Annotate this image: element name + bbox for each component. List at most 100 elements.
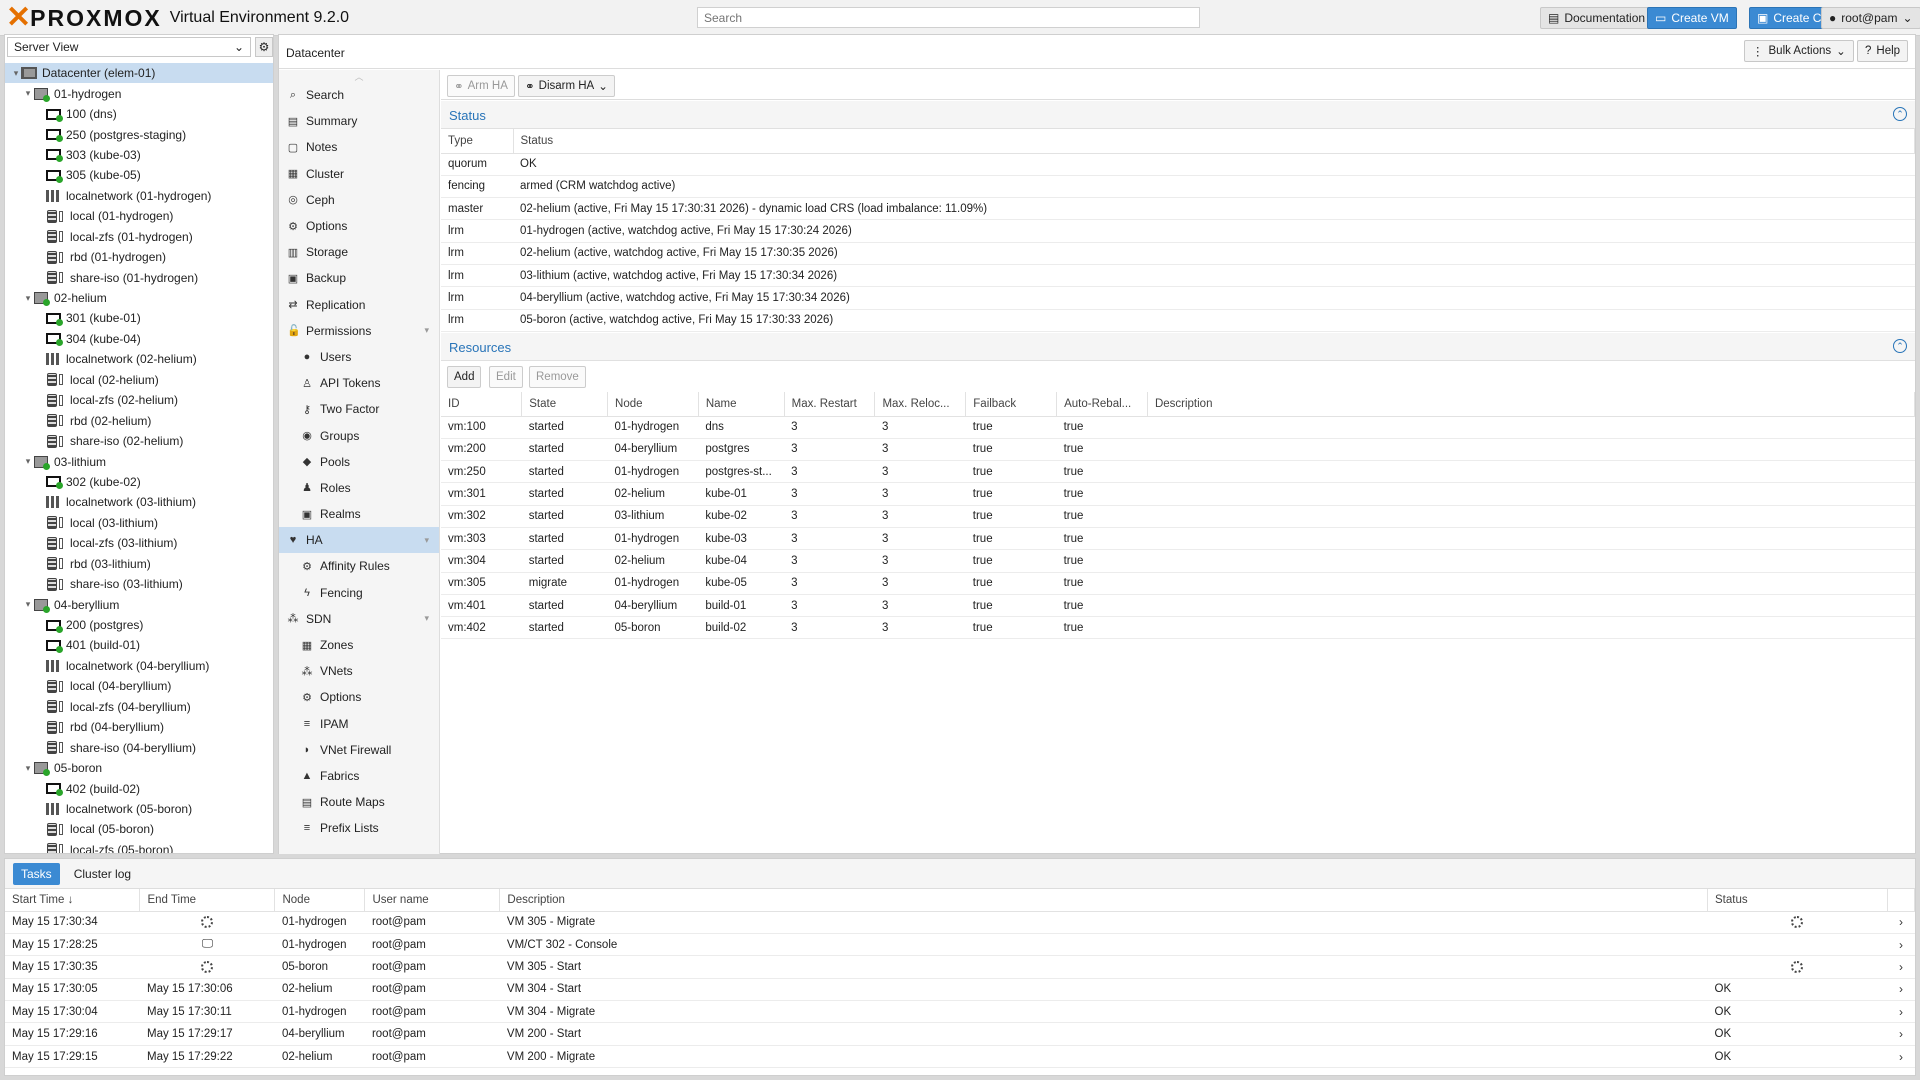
- remove-button[interactable]: Remove: [529, 366, 586, 388]
- column-header-auto-rebal[interactable]: Auto-Rebal...: [1056, 392, 1148, 417]
- tree-item[interactable]: local (02-helium): [5, 370, 273, 390]
- menu-item-ha[interactable]: ♥ HA ▾: [279, 527, 439, 554]
- collapse-toggle-icon[interactable]: ▾: [23, 88, 33, 99]
- tab-tasks[interactable]: Tasks: [13, 862, 60, 885]
- disarm-ha-button[interactable]: ⚭ Disarm HA ⌄: [518, 75, 615, 97]
- table-row[interactable]: May 15 17:30:35 05-boron root@pam VM 305 - …: [5, 955, 1915, 979]
- menu-item-fencing[interactable]: ϟ Fencing: [279, 580, 439, 606]
- column-header-node[interactable]: Node: [274, 889, 366, 912]
- chevron-right-icon[interactable]: ›: [1887, 933, 1915, 957]
- tree-item[interactable]: share-iso (02-helium): [5, 431, 273, 451]
- column-header-user-name[interactable]: User name: [364, 889, 501, 912]
- table-row[interactable]: May 15 17:29:15 May 15 17:29:22 02-helium r…: [5, 1045, 1915, 1069]
- collapse-toggle-icon[interactable]: ▾: [23, 599, 33, 610]
- chevron-right-icon[interactable]: ›: [1887, 1045, 1915, 1069]
- table-row[interactable]: quorum OK: [441, 153, 1915, 176]
- tree-item[interactable]: 303 (kube-03): [5, 145, 273, 165]
- table-row[interactable]: vm:100 started 01-hydrogen dns 3 3 true true: [441, 416, 1915, 439]
- menu-item-search[interactable]: ⌕ Search: [279, 82, 439, 108]
- tree-item[interactable]: local-zfs (01-hydrogen): [5, 227, 273, 247]
- table-row[interactable]: lrm 03-lithium (active, watchdog active, …: [441, 264, 1915, 288]
- add-button[interactable]: Add: [447, 366, 482, 388]
- tree-item[interactable]: rbd (01-hydrogen): [5, 247, 273, 267]
- table-row[interactable]: lrm 01-hydrogen (active, watchdog active,…: [441, 219, 1915, 243]
- tree-item[interactable]: 301 (kube-01): [5, 308, 273, 328]
- menu-item-api-tokens[interactable]: ♙ API Tokens: [279, 370, 439, 396]
- tab-cluster-log[interactable]: Cluster log: [66, 863, 139, 885]
- menu-item-realms[interactable]: ▣ Realms: [279, 501, 439, 527]
- table-row[interactable]: fencing armed (CRM watchdog active): [441, 175, 1915, 199]
- column-header-max-restart[interactable]: Max. Restart: [784, 392, 876, 417]
- collapse-toggle-icon[interactable]: ▾: [23, 456, 33, 467]
- column-header-status[interactable]: Status: [513, 129, 1915, 154]
- chevron-right-icon[interactable]: ›: [1887, 955, 1915, 979]
- chevron-down-icon[interactable]: ▾: [424, 613, 429, 624]
- collapse-icon[interactable]: ⌃: [1893, 339, 1907, 353]
- table-row[interactable]: vm:301 started 02-helium kube-01 3 3 true true: [441, 482, 1915, 506]
- menu-item-options[interactable]: ⚙ Options: [279, 213, 439, 239]
- column-header-start-time[interactable]: Start Time ↓: [5, 889, 141, 912]
- tree-item[interactable]: ▾ 04-beryllium: [5, 594, 273, 614]
- menu-item-permissions[interactable]: 🔓 Permissions ▾: [279, 318, 439, 344]
- menu-item-sdn[interactable]: ⁂ SDN ▾: [279, 606, 439, 632]
- tree-item[interactable]: ▾ 03-lithium: [5, 451, 273, 471]
- column-header-description[interactable]: Description: [499, 889, 1709, 912]
- tree-item[interactable]: 200 (postgres): [5, 615, 273, 635]
- menu-item-summary[interactable]: ▤ Summary: [279, 108, 439, 134]
- help-button[interactable]: ? Help: [1857, 40, 1909, 62]
- tree-item[interactable]: localnetwork (05-boron): [5, 799, 273, 819]
- table-row[interactable]: lrm 04-beryllium (active, watchdog active…: [441, 286, 1915, 310]
- table-row[interactable]: lrm 05-boron (active, watchdog active, Fr…: [441, 309, 1915, 332]
- column-header-state[interactable]: State: [521, 392, 609, 417]
- table-row[interactable]: vm:305 migrate 01-hydrogen kube-05 3 3 true tru…: [441, 572, 1915, 595]
- tree-item[interactable]: localnetwork (04-beryllium): [5, 656, 273, 676]
- tree-item[interactable]: rbd (02-helium): [5, 410, 273, 430]
- menu-item-storage[interactable]: ▥ Storage: [279, 239, 439, 265]
- menu-item-roles[interactable]: ♟ Roles: [279, 475, 439, 501]
- menu-item-users[interactable]: ● Users: [279, 344, 439, 370]
- chevron-down-icon[interactable]: ▾: [424, 535, 429, 546]
- create-vm-button[interactable]: ▭ Create VM: [1647, 7, 1737, 29]
- table-row[interactable]: May 15 17:30:04 May 15 17:30:11 01-hydroge…: [5, 1000, 1915, 1024]
- tree-item[interactable]: local-zfs (04-beryllium): [5, 697, 273, 717]
- table-row[interactable]: May 15 17:30:34 01-hydrogen root@pam VM 305…: [5, 911, 1915, 934]
- table-row[interactable]: vm:302 started 03-lithium kube-02 3 3 true true: [441, 505, 1915, 528]
- menu-item-backup[interactable]: ▣ Backup: [279, 265, 439, 291]
- column-header-type[interactable]: Type: [441, 129, 514, 154]
- table-row[interactable]: vm:402 started 05-boron build-02 3 3 true true: [441, 616, 1915, 640]
- tree-item[interactable]: local (03-lithium): [5, 513, 273, 533]
- scroll-up-icon[interactable]: ︿: [279, 70, 439, 82]
- table-row[interactable]: May 15 17:29:16 May 15 17:29:17 04-berylli…: [5, 1022, 1915, 1046]
- table-row[interactable]: May 15 17:30:05 May 15 17:30:06 02-helium r…: [5, 978, 1915, 1002]
- tree-item[interactable]: ▾ 01-hydrogen: [5, 83, 273, 103]
- menu-item-vnets[interactable]: ⁂ VNets: [279, 658, 439, 684]
- tree-item[interactable]: local-zfs (05-boron): [5, 840, 273, 853]
- tree-item[interactable]: localnetwork (01-hydrogen): [5, 186, 273, 206]
- column-header-failback[interactable]: Failback: [965, 392, 1058, 417]
- column-header-end-time[interactable]: End Time: [139, 889, 276, 912]
- documentation-button[interactable]: ▤ Documentation: [1540, 7, 1654, 29]
- table-row[interactable]: May 15 17:28:25 🖵 01-hydrogen root@pam VM/CT…: [5, 933, 1915, 957]
- tree-item[interactable]: 304 (kube-04): [5, 329, 273, 349]
- user-menu-button[interactable]: ● root@pam ⌄: [1821, 7, 1920, 29]
- search-input[interactable]: [697, 7, 1200, 28]
- menu-item-ipam[interactable]: ≡ IPAM: [279, 711, 439, 737]
- tree-item[interactable]: rbd (04-beryllium): [5, 717, 273, 737]
- tree-item[interactable]: localnetwork (03-lithium): [5, 492, 273, 512]
- menu-item-pools[interactable]: ◆ Pools: [279, 449, 439, 475]
- bulk-actions-button[interactable]: ⋮ Bulk Actions ⌄: [1744, 40, 1854, 62]
- tree-item[interactable]: 250 (postgres-staging): [5, 124, 273, 144]
- table-row[interactable]: vm:303 started 01-hydrogen kube-03 3 3 true tru…: [441, 527, 1915, 551]
- collapse-toggle-icon[interactable]: ▾: [23, 763, 33, 774]
- table-row[interactable]: vm:200 started 04-beryllium postgres 3 3 true t…: [441, 438, 1915, 462]
- tree-item[interactable]: share-iso (04-beryllium): [5, 737, 273, 757]
- menu-item-notes[interactable]: ▢ Notes: [279, 134, 439, 160]
- gear-icon[interactable]: ⚙: [255, 37, 273, 57]
- tree-item[interactable]: local (01-hydrogen): [5, 206, 273, 226]
- tree-item[interactable]: 305 (kube-05): [5, 165, 273, 185]
- menu-item-replication[interactable]: ⇄ Replication: [279, 292, 439, 318]
- arm-ha-button[interactable]: ⚭ Arm HA: [447, 75, 515, 97]
- tree-item[interactable]: share-iso (03-lithium): [5, 574, 273, 594]
- table-row[interactable]: vm:304 started 02-helium kube-04 3 3 true true: [441, 549, 1915, 573]
- menu-item-options[interactable]: ⚙ Options: [279, 684, 439, 710]
